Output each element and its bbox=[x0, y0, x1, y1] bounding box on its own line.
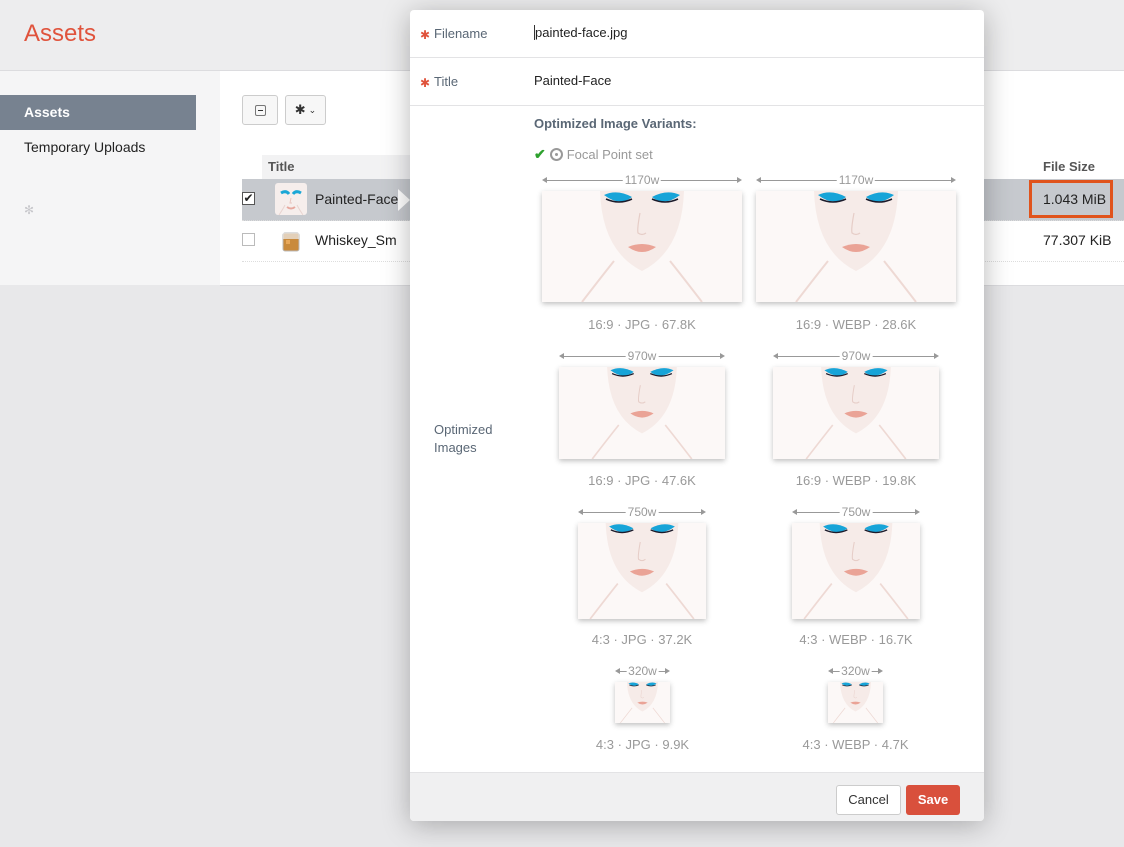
variant-caption: 16:9 · WEBP · 28.6K bbox=[795, 317, 917, 332]
variant-caption: 4:3 · JPG · 37.2K bbox=[591, 632, 693, 647]
gear-icon[interactable]: ✻ bbox=[24, 204, 36, 216]
row-file-size: 77.307 KiB bbox=[1043, 232, 1112, 248]
file-size-highlight bbox=[1029, 180, 1113, 218]
width-indicator: 1170w bbox=[542, 173, 742, 187]
variant-caption: 4:3 · WEBP · 4.7K bbox=[802, 737, 909, 752]
actions-menu-button[interactable]: ✱ ⌄ bbox=[285, 95, 326, 125]
variant-caption: 4:3 · JPG · 9.9K bbox=[595, 737, 690, 752]
width-indicator: 970w bbox=[773, 349, 939, 363]
column-header-title-label[interactable]: Title bbox=[268, 155, 295, 179]
variants-heading: Optimized Image Variants: bbox=[534, 116, 697, 131]
variant-image bbox=[828, 682, 883, 723]
thumbnail bbox=[275, 183, 307, 215]
row-checkbox[interactable]: ✔ bbox=[242, 192, 255, 205]
row-title: Whiskey_Sm bbox=[315, 232, 397, 248]
variant-image bbox=[615, 682, 670, 723]
required-marker: ✱ bbox=[420, 76, 431, 90]
cancel-button[interactable]: Cancel bbox=[836, 785, 901, 815]
variant-image bbox=[773, 367, 939, 459]
deselect-all-button[interactable] bbox=[242, 95, 278, 125]
optimized-images-label: Optimized Images bbox=[434, 422, 493, 455]
gear-icon: ✱ bbox=[294, 102, 306, 117]
width-indicator: 1170w bbox=[756, 173, 956, 187]
check-icon: ✔ bbox=[534, 146, 546, 162]
required-marker: ✱ bbox=[420, 28, 431, 42]
filename-field[interactable]: painted-face.jpg bbox=[534, 25, 628, 40]
chevron-down-icon: ⌄ bbox=[308, 104, 317, 115]
aperture-icon bbox=[549, 148, 563, 161]
thumbnail bbox=[275, 224, 307, 256]
sidebar-item-temporary-uploads[interactable]: Temporary Uploads bbox=[0, 130, 196, 165]
title-row: ✱ Title Painted-Face bbox=[410, 58, 984, 106]
focal-point-label: Focal Point set bbox=[566, 147, 653, 162]
page-title: Assets bbox=[24, 20, 97, 47]
variant-caption: 16:9 · JPG · 47.6K bbox=[588, 473, 696, 488]
variant-caption: 4:3 · WEBP · 16.7K bbox=[799, 632, 913, 647]
title-label: Title bbox=[434, 74, 459, 89]
width-indicator: 750w bbox=[792, 505, 920, 519]
variant-image bbox=[542, 191, 742, 302]
width-indicator: 320w bbox=[615, 664, 670, 678]
filename-label: Filename bbox=[434, 26, 488, 41]
variant-caption: 16:9 · WEBP · 19.8K bbox=[795, 473, 917, 488]
variant-image bbox=[578, 523, 706, 619]
dialog-footer: Cancel Save bbox=[410, 772, 984, 821]
width-indicator: 970w bbox=[559, 349, 725, 363]
focal-point-status: ✔ Focal Point set bbox=[534, 146, 653, 163]
sidebar: Assets Temporary Uploads ✻ bbox=[0, 71, 220, 285]
variant-image bbox=[756, 191, 956, 302]
row-title: Painted-Face bbox=[315, 191, 399, 207]
width-indicator: 320w bbox=[828, 664, 883, 678]
save-button[interactable]: Save bbox=[906, 785, 960, 815]
popover-pointer bbox=[398, 189, 410, 211]
filename-row: ✱ Filename painted-face.jpg bbox=[410, 10, 984, 58]
row-checkbox[interactable] bbox=[242, 233, 255, 246]
edit-asset-dialog: ✱ Filename painted-face.jpg ✱ Title Pain… bbox=[410, 10, 984, 821]
width-indicator: 750w bbox=[578, 505, 706, 519]
variant-image bbox=[559, 367, 725, 459]
title-field[interactable]: Painted-Face bbox=[534, 73, 611, 88]
column-header-file-size[interactable]: File Size bbox=[1043, 155, 1095, 179]
sidebar-item-assets[interactable]: Assets bbox=[0, 95, 196, 130]
variant-image bbox=[792, 523, 920, 619]
minus-icon bbox=[254, 104, 266, 116]
